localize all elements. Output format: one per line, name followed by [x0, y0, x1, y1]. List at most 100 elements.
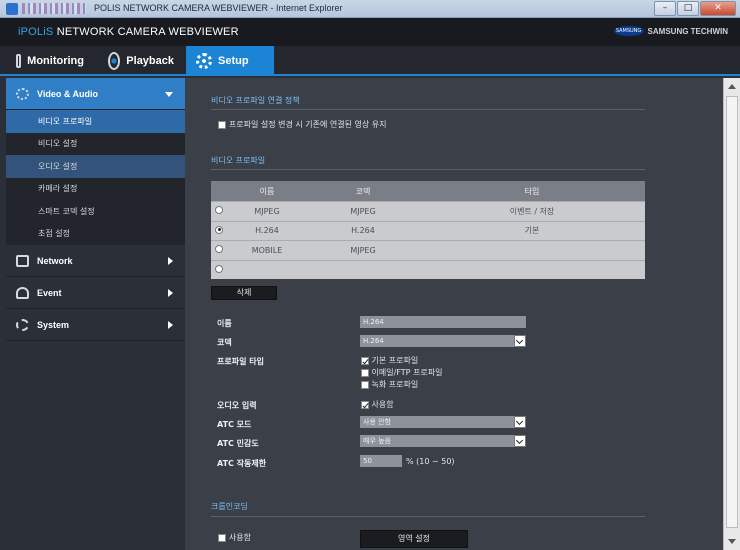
option-label: 이메일/FTP 프로파일: [371, 368, 443, 377]
brand-suffix: NETWORK CAMERA WEBVIEWER: [56, 26, 239, 38]
col-type: 타입: [524, 186, 540, 196]
section-title-link-policy: 비디오 프로파일 연결 정책: [211, 96, 300, 105]
app-header: iPOLiS NETWORK CAMERA WEBVIEWER SAMSUNG …: [0, 18, 740, 46]
cell-name: MJPEG: [254, 206, 280, 216]
section-label: System: [37, 319, 70, 330]
section-label: Network: [37, 255, 73, 266]
table-row[interactable]: MJPEG MJPEG 이벤트 / 저장: [211, 201, 645, 221]
atc-sensitivity-value: 매우 높음: [363, 437, 391, 445]
browser-icon: [6, 3, 18, 15]
sidebar-item-audio-settings[interactable]: 오디오 설정: [6, 155, 185, 178]
cell-name: H.264: [255, 226, 279, 236]
sidebar-section-event[interactable]: Event: [6, 277, 185, 309]
sidebar-item-video-settings[interactable]: 비디오 설정: [6, 133, 185, 156]
section-label: Event: [37, 287, 62, 298]
atc-mode-label: ATC 모드: [217, 420, 252, 429]
option-label: 사용함: [371, 400, 394, 409]
audio-input-option: 사용함: [361, 399, 394, 410]
sidebar-section-video-audio[interactable]: Video & Audio: [6, 78, 185, 110]
maximize-button[interactable]: □: [677, 1, 699, 16]
table-row[interactable]: [211, 259, 645, 279]
col-name: 이름: [259, 186, 275, 196]
keep-stream-option: 프로파일 설정 변경 시 기존에 연결된 영상 유지: [218, 119, 387, 130]
cell-name: MOBILE: [251, 245, 283, 255]
audio-input-checkbox[interactable]: [361, 400, 369, 409]
chevron-down-icon[interactable]: [514, 416, 526, 428]
name-input[interactable]: H.264: [360, 316, 526, 328]
scroll-down-icon[interactable]: [728, 539, 736, 544]
table-row[interactable]: H.264 H.264 기본: [211, 220, 645, 240]
atc-sensitivity-select[interactable]: 매우 높음: [360, 435, 526, 447]
window-titlebar: POLIS NETWORK CAMERA WEBVIEWER - Interne…: [0, 0, 740, 18]
codec-label: 코덱: [217, 338, 232, 347]
profile-type-basic: 기본 프로파일: [361, 355, 418, 366]
option-label: 녹화 프로파일: [371, 380, 419, 389]
basic-profile-checkbox[interactable]: [361, 356, 369, 365]
section-label: Video & Audio: [37, 88, 99, 99]
main-content: 비디오 프로파일 연결 정책 프로파일 설정 변경 시 기존에 연결된 영상 유…: [185, 78, 723, 550]
chevron-down-icon[interactable]: [514, 335, 526, 347]
atc-mode-select[interactable]: 사용 안함: [360, 416, 526, 428]
obscured-title-area: [22, 3, 86, 14]
atc-mode-value: 사용 안함: [363, 418, 391, 426]
delete-button[interactable]: 삭제: [211, 286, 277, 300]
main-tabs: Monitoring Playback Setup: [0, 46, 740, 76]
section-title-crop-encoding: 크롭인코딩: [211, 502, 248, 511]
sidebar-section-network[interactable]: Network: [6, 245, 185, 277]
network-icon: [16, 254, 29, 267]
crop-enable-checkbox[interactable]: [218, 533, 226, 542]
tab-label: Monitoring: [27, 55, 84, 67]
option-label: 기본 프로파일: [371, 356, 419, 365]
record-profile-checkbox[interactable]: [361, 380, 369, 389]
profile-radio[interactable]: [215, 245, 223, 254]
codec-select[interactable]: H.264: [360, 335, 526, 347]
profile-radio[interactable]: [215, 225, 223, 234]
divider: [211, 109, 645, 110]
scroll-thumb[interactable]: [726, 96, 738, 528]
vertical-scrollbar[interactable]: [723, 78, 740, 550]
monitor-icon: [16, 54, 22, 68]
sidebar-item-camera-settings[interactable]: 카메라 설정: [6, 178, 185, 201]
close-button[interactable]: ✕: [700, 1, 736, 16]
keep-stream-label: 프로파일 설정 변경 시 기존에 연결된 영상 유지: [228, 120, 387, 129]
event-icon: [16, 286, 29, 299]
atc-limit-input[interactable]: 50: [360, 455, 402, 467]
chevron-right-icon: [168, 257, 173, 265]
tab-playback[interactable]: Playback: [98, 46, 184, 76]
sidebar-section-system[interactable]: System: [6, 309, 185, 341]
table-header: 이름 코덱 타입: [211, 181, 645, 201]
scroll-up-icon[interactable]: [728, 84, 736, 89]
cell-codec: H.264: [351, 226, 375, 236]
section-title-video-profile: 비디오 프로파일: [211, 156, 266, 165]
chevron-right-icon: [168, 289, 173, 297]
tab-setup[interactable]: Setup: [186, 46, 274, 76]
sidebar-item-focus-settings[interactable]: 초점 설정: [6, 223, 185, 246]
chevron-down-icon[interactable]: [514, 435, 526, 447]
profile-type-label: 프로파일 타입: [217, 357, 264, 366]
sidebar: Video & Audio 비디오 프로파일 비디오 설정 오디오 설정 카메라…: [6, 78, 185, 550]
atc-limit-label: ATC 작동제한: [217, 459, 267, 468]
company-name: SAMSUNG TECHWIN: [647, 26, 728, 36]
table-row[interactable]: MOBILE MJPEG: [211, 240, 645, 260]
col-codec: 코덱: [355, 186, 371, 196]
cell-type: 기본: [524, 226, 540, 236]
audio-input-label: 오디오 입력: [217, 401, 257, 410]
minimize-button[interactable]: –: [654, 1, 676, 16]
window-controls: – □ ✕: [654, 1, 736, 16]
window-title: POLIS NETWORK CAMERA WEBVIEWER - Interne…: [94, 3, 343, 13]
sidebar-item-video-profile[interactable]: 비디오 프로파일: [6, 110, 185, 133]
area-setting-button[interactable]: 영역 설정: [360, 530, 468, 548]
company-logo: SAMSUNG SAMSUNG TECHWIN: [613, 26, 728, 36]
profile-radio[interactable]: [215, 206, 223, 215]
cell-codec: MJPEG: [350, 245, 376, 255]
profile-radio[interactable]: [215, 264, 223, 273]
tab-label: Playback: [126, 55, 174, 67]
chevron-right-icon: [168, 321, 173, 329]
system-icon: [16, 318, 29, 331]
tab-monitoring[interactable]: Monitoring: [6, 46, 94, 76]
codec-value: H.264: [363, 337, 384, 345]
profile-table: 이름 코덱 타입 MJPEG MJPEG 이벤트 / 저장 H.264 H.26…: [211, 181, 645, 279]
email-ftp-profile-checkbox[interactable]: [361, 368, 369, 377]
sidebar-item-smart-codec[interactable]: 스마트 코덱 설정: [6, 200, 185, 223]
keep-stream-checkbox[interactable]: [218, 120, 226, 129]
